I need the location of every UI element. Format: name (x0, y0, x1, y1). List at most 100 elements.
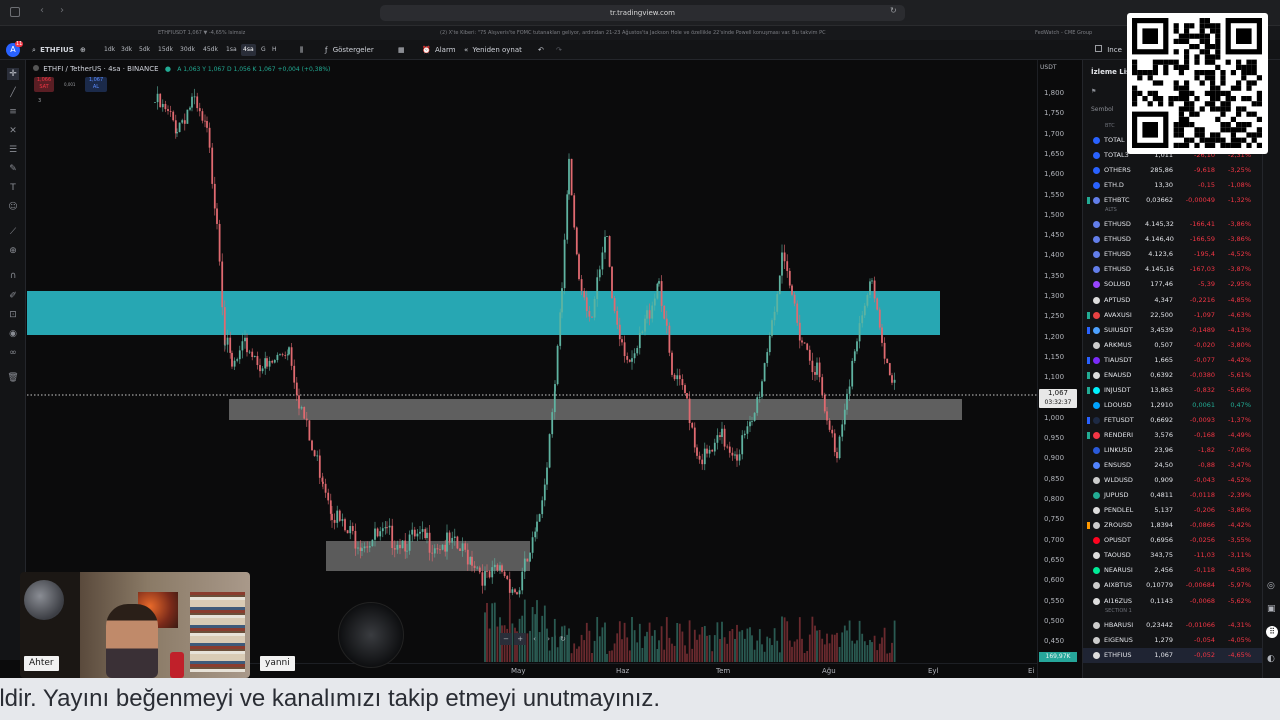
watchlist-section-header[interactable]: ALTS (1105, 207, 1117, 213)
watchlist-row[interactable]: LINKUSD 23,96 -1,82 -7,06% (1083, 443, 1280, 458)
timeframe-45dk[interactable]: 45dk (201, 44, 220, 56)
watchlist-row[interactable]: TAOUSD 343,75 -11,03 -3,11% (1083, 548, 1280, 563)
timeframe-4sa[interactable]: 4sa (241, 44, 256, 56)
brush-icon[interactable]: ✎ (7, 163, 19, 175)
timeframe-h[interactable]: H (270, 44, 279, 56)
watchlist-row[interactable]: HBARUSI 0,23442 -0,01066 -4,31% (1083, 618, 1280, 633)
watchlist-row[interactable]: APTUSD 4,347 -0,2216 -4,85% (1083, 293, 1280, 308)
watchlist-row[interactable]: PENDLEL 5,137 -0,206 -3,86% (1083, 503, 1280, 518)
watchlist-row[interactable]: ETHUSD 4.123,6 -195,4 -4,52% (1083, 247, 1280, 262)
watchlist-row[interactable]: AIXBTUS 0,10779 -0,00684 -5,97% (1083, 578, 1280, 593)
eye-icon[interactable]: ◉ (7, 328, 19, 340)
flag-icon[interactable] (1087, 311, 1090, 319)
watchlist-row[interactable]: ARKMUS 0,507 -0,020 -3,80% (1083, 338, 1280, 353)
sell-button[interactable]: 1,066 SAT (34, 77, 54, 92)
buy-button[interactable]: 1,067 AL (85, 77, 107, 92)
watchlist-row[interactable]: NEARUSI 2,456 -0,118 -4,58% (1083, 563, 1280, 578)
alarm-button[interactable]: ⏰ Alarm (422, 43, 456, 57)
watchlist-row[interactable]: WLDUSD 0,909 -0,043 -4,52% (1083, 473, 1280, 488)
pattern-icon[interactable]: ✕ (7, 125, 19, 137)
timezone-icon[interactable]: Ei (1028, 667, 1034, 675)
compare-button[interactable]: Ince (1095, 43, 1122, 57)
watchlist-row[interactable]: ETH.D 13,30 -0,15 -1,08% (1083, 178, 1280, 193)
ruler-icon[interactable]: ⟋ (7, 226, 19, 238)
flag-icon[interactable] (1087, 371, 1090, 379)
price-scale[interactable]: 1,800 1,750 1,700 1,650 1,600 1,550 1,500 1,450… (1037, 60, 1082, 678)
watchlist-row[interactable]: ENSUSD 24,50 -0,88 -3,47% (1083, 458, 1280, 473)
flag-icon[interactable] (1087, 356, 1090, 364)
calendar-icon[interactable]: ▣ (1267, 604, 1276, 614)
watchlist-row[interactable]: RENDERI 3,576 -0,168 -4,49% (1083, 428, 1280, 443)
scroll-left-icon[interactable]: ‹ (528, 635, 540, 643)
watchlist-row[interactable]: SOLUSD 177,46 -5,39 -2,95% (1083, 277, 1280, 292)
timeframe-1dk[interactable]: 1dk (102, 44, 117, 56)
flag-icon[interactable] (1087, 431, 1090, 439)
watchlist-row[interactable]: ETHUSD 4.145,32 -166,41 -3,86% (1083, 217, 1280, 232)
browser-tab[interactable]: FedWatch - CME Group (1035, 28, 1120, 38)
watchlist-row[interactable]: ETHUSD 4.145,16 -167,03 -3,87% (1083, 262, 1280, 277)
grid-icon[interactable]: ⠿ (1266, 626, 1278, 638)
timeframe-1sa[interactable]: 1sa (224, 44, 239, 56)
layouts-icon[interactable]: ▦ (398, 43, 405, 57)
flag-icon[interactable] (1087, 386, 1090, 394)
timeframe-3dk[interactable]: 3dk (119, 44, 134, 56)
watchlist-row[interactable]: AI16ZUS 0,1143 -0,0068 -5,62% (1083, 594, 1280, 609)
resistance-zone[interactable] (27, 291, 940, 335)
trash-icon[interactable]: 🗑 (7, 372, 19, 384)
watchlist-row[interactable]: OTHERS 285,86 -9,618 -3,25% (1083, 163, 1280, 178)
column-header-symbol[interactable]: Sembol (1091, 106, 1114, 113)
zoom-in-icon[interactable]: + (514, 633, 527, 645)
lock-icon[interactable]: ⊡ (7, 309, 19, 321)
forward-icon[interactable]: › (60, 5, 64, 16)
watchlist-row[interactable]: OPUSDT 0,6956 -0,0256 -3,55% (1083, 533, 1280, 548)
watchlist-row[interactable]: ZROUSD 1,8394 -0,0866 -4,42% (1083, 518, 1280, 533)
watchlist-section-header[interactable]: BTC (1105, 123, 1115, 129)
flag-icon[interactable] (1087, 326, 1090, 334)
watchlist-row[interactable]: ETHUSD 4.146,40 -166,59 -3,86% (1083, 232, 1280, 247)
flag-icon[interactable] (1087, 416, 1090, 424)
back-icon[interactable]: ‹ (40, 5, 44, 16)
flag-icon[interactable] (1087, 197, 1090, 205)
timeframe-g[interactable]: G (259, 44, 268, 56)
zoom-icon[interactable]: ⊕ (7, 245, 19, 257)
currency-label[interactable]: USDT (1040, 64, 1057, 71)
text-icon[interactable]: T (7, 182, 19, 194)
watchlist-row[interactable]: FETUSDT 0,6692 -0,0093 -1,37% (1083, 413, 1280, 428)
timeframe-15dk[interactable]: 15dk (156, 44, 175, 56)
watchlist-row[interactable]: TIAUSDT 1,665 -0,077 -4,42% (1083, 353, 1280, 368)
add-symbol-icon[interactable]: ⊕ (80, 43, 86, 57)
chart-type-icon[interactable]: ⫼ (300, 43, 303, 57)
watchlist-row[interactable]: EIGENUS 1,279 -0,054 -4,05% (1083, 633, 1280, 648)
zoom-out-icon[interactable]: − (500, 633, 512, 645)
timeframe-30dk[interactable]: 30dk (178, 44, 197, 56)
watchlist-row[interactable]: LDOUSD 1,2910 0,0061 0,47% (1083, 398, 1280, 413)
watchlist-section-header[interactable]: SECTION 1 (1105, 608, 1132, 614)
sidebar-toggle-icon[interactable] (10, 7, 20, 17)
help-icon[interactable]: ◐ (1267, 654, 1275, 664)
watchlist-row[interactable]: AVAXUSI 22,500 -1,097 -4,63% (1083, 308, 1280, 323)
timeframe-5dk[interactable]: 5dk (137, 44, 152, 56)
watchlist-row[interactable]: SUIUSDT 3,4539 -0,1489 -4,13% (1083, 323, 1280, 338)
link-icon[interactable]: ∞ (7, 347, 19, 359)
watchlist-row[interactable]: ETHFIUS 1,067 -0,052 -4,65% (1083, 647, 1280, 663)
trendline-icon[interactable]: ╱ (7, 87, 19, 99)
indicators-button[interactable]: ƒ Göstergeler (325, 43, 374, 57)
watchlist-flag-icon[interactable]: ⚑ (1091, 88, 1096, 95)
browser-tab[interactable]: ETHFIUSDT 1,067 ▼ -4,65% Isimsiz (158, 28, 418, 38)
crosshair-icon[interactable]: ✛ (7, 68, 19, 80)
indicator-count[interactable]: 3 (38, 98, 41, 104)
flag-icon[interactable] (1087, 522, 1090, 530)
lock-drawings-icon[interactable]: ✐ (7, 290, 19, 302)
target-icon[interactable]: ◎ (1267, 581, 1275, 591)
magnet-icon[interactable]: ∩ (7, 270, 19, 282)
watchlist-row[interactable]: ENAUSD 0,6392 -0,0380 -5,61% (1083, 368, 1280, 383)
reset-chart-icon[interactable]: ↻ (557, 635, 569, 643)
address-bar[interactable]: tr.tradingview.com (380, 5, 905, 21)
symbol-search-button[interactable]: ⌕ ETHFIUS (32, 43, 74, 57)
redo-icon[interactable]: ↷ (556, 43, 562, 57)
undo-icon[interactable]: ↶ (538, 43, 544, 57)
emoji-icon[interactable]: ☺ (7, 201, 19, 213)
watchlist-row[interactable]: ETHBTC 0,03662 -0,00049 -1,32% (1083, 193, 1280, 208)
support-zone[interactable] (229, 399, 962, 420)
browser-tab[interactable]: (2) X'te Kiberi: "75 Alışveris'te FOMC t… (440, 28, 850, 38)
